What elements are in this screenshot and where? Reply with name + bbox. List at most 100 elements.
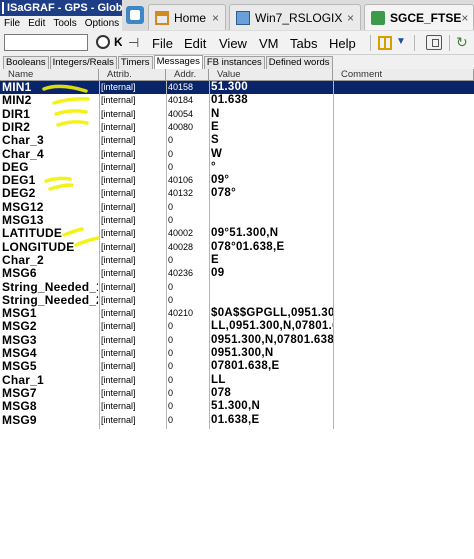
variable-attrib-cell: [internal]: [101, 241, 136, 252]
table-row[interactable]: String_Needed_2 [internal] 0: [0, 294, 474, 307]
variable-addr-cell: 40002: [168, 228, 194, 239]
tab-timers[interactable]: Timers: [117, 56, 153, 69]
variable-attrib-cell: [internal]: [101, 188, 136, 199]
tab-integers-reals[interactable]: Integers/Reals: [49, 56, 117, 69]
variable-name-cell: DEG1: [2, 174, 36, 188]
menu-help[interactable]: Help: [329, 36, 356, 51]
table-row[interactable]: MSG7 [internal] 0 078: [0, 387, 474, 400]
menu-file[interactable]: File: [152, 36, 173, 51]
table-row[interactable]: LATITUDE [internal] 40002 09°51.300,N: [0, 227, 474, 240]
tab-sgce-ftse[interactable]: SGCE_FTSE ×: [364, 4, 474, 30]
table-row[interactable]: DEG [internal] 0 °: [0, 161, 474, 174]
variable-name-cell: Char_3: [2, 134, 44, 148]
table-row[interactable]: MSG5 [internal] 0 07801.638,E: [0, 360, 474, 373]
variable-value-cell: 09°: [211, 174, 230, 187]
tab-fb-instances[interactable]: FB instances: [203, 56, 265, 69]
table-row[interactable]: DEG1 [internal] 40106 09°: [0, 174, 474, 187]
variable-name-cell: DIR2: [2, 120, 31, 134]
table-row[interactable]: MIN1 [internal] 40158 51.300: [0, 81, 474, 95]
variable-value-cell: 078: [211, 386, 232, 399]
variable-name-cell: MSG4: [2, 347, 37, 360]
variable-value-cell: 0951.300,N: [211, 347, 274, 359]
variable-value-cell: S: [211, 134, 219, 147]
variable-name-cell: MSG6: [2, 267, 37, 281]
table-row[interactable]: MSG13 [internal] 0: [0, 214, 474, 227]
column-header-addr[interactable]: Addr.: [166, 69, 209, 81]
variable-attrib-cell: [internal]: [101, 401, 136, 412]
table-row[interactable]: String_Needed_1 [internal] 0: [0, 281, 474, 294]
isagraf-menu-edit[interactable]: Edit: [24, 18, 49, 29]
variable-attrib-cell: [internal]: [101, 281, 136, 292]
close-icon[interactable]: ×: [461, 11, 468, 25]
table-row[interactable]: Char_4 [internal] 0 W: [0, 148, 474, 161]
table-row[interactable]: LONGITUDE [internal] 40028 078°01.638,E: [0, 241, 474, 254]
variable-attrib-cell: [internal]: [101, 175, 136, 186]
variable-attrib-cell: [internal]: [101, 387, 136, 398]
close-icon[interactable]: ×: [212, 11, 219, 25]
variable-name-cell: String_Needed_1: [2, 280, 98, 294]
variable-value-cell: 07801.638,E: [211, 360, 280, 373]
variable-attrib-cell: [internal]: [101, 135, 136, 146]
variable-value-cell: [211, 294, 333, 307]
table-row[interactable]: MSG6 [internal] 40236 09: [0, 267, 474, 280]
variable-attrib-cell: [internal]: [101, 201, 136, 212]
table-row[interactable]: MIN2 [internal] 40184 01.638: [0, 94, 474, 107]
tab-booleans[interactable]: Booleans: [3, 56, 49, 69]
column-header-value[interactable]: Value: [209, 69, 333, 81]
revert-icon[interactable]: ↻: [456, 34, 468, 51]
table-row[interactable]: DIR2 [internal] 40080 E: [0, 121, 474, 134]
table-row[interactable]: MSG2 [internal] 0 LL,0951.300,N,07801.6: [0, 320, 474, 333]
table-row[interactable]: DIR1 [internal] 40054 N: [0, 108, 474, 121]
variable-value-cell: [211, 201, 333, 214]
variable-attrib-cell: [internal]: [101, 308, 136, 319]
tab-win7-rslogix[interactable]: Win7_RSLOGIX ×: [229, 4, 361, 30]
isagraf-menu-file[interactable]: File: [0, 18, 24, 29]
snapshot-icon[interactable]: [426, 35, 442, 50]
column-header-name[interactable]: Name: [0, 69, 99, 81]
table-row[interactable]: Char_3 [internal] 0 S: [0, 134, 474, 147]
column-header-comment[interactable]: Comment: [333, 69, 474, 81]
isagraf-menu-options[interactable]: Options: [81, 18, 122, 29]
pin-icon[interactable]: ⊣: [128, 35, 139, 51]
variable-value-cell: $0A$$GPGLL,0951.300: [211, 307, 333, 320]
chevron-down-icon[interactable]: ▼: [396, 36, 406, 47]
menu-edit[interactable]: Edit: [184, 36, 206, 51]
variable-addr-cell: 0: [168, 387, 174, 398]
vmware-logo-icon[interactable]: [126, 6, 144, 24]
variable-value-cell: LL: [211, 373, 226, 386]
tab-win7-label: Win7_RSLOGIX: [255, 10, 343, 25]
column-header-attrib[interactable]: Attrib.: [99, 69, 166, 81]
variable-addr-cell: 0: [168, 401, 174, 412]
tab-defined-words[interactable]: Defined words: [265, 56, 333, 69]
variable-attrib-cell: [internal]: [101, 294, 136, 305]
isagraf-menu-tools[interactable]: Tools: [49, 18, 80, 29]
table-row[interactable]: MSG8 [internal] 0 51.300,N: [0, 400, 474, 413]
table-row[interactable]: DEG2 [internal] 40132 078°: [0, 187, 474, 200]
variable-addr-cell: 0: [168, 348, 174, 358]
table-row[interactable]: MSG12 [internal] 0: [0, 201, 474, 214]
tab-messages[interactable]: Messages: [153, 55, 203, 69]
table-row[interactable]: MSG1 [internal] 40210 $0A$$GPGLL,0951.300: [0, 307, 474, 320]
variable-addr-cell: 40080: [168, 121, 194, 132]
table-row[interactable]: MSG3 [internal] 0 0951.300,N,07801.638: [0, 334, 474, 347]
variable-addr-cell: 0: [168, 334, 174, 345]
tab-home[interactable]: Home ×: [148, 4, 226, 30]
variable-addr-cell: 0: [168, 281, 174, 292]
variable-value-cell: E: [211, 120, 219, 133]
table-row[interactable]: Char_1 [internal] 0 LL: [0, 374, 474, 387]
variable-attrib-cell: [internal]: [101, 254, 136, 265]
variable-addr-cell: 40236: [168, 268, 194, 279]
record-icon[interactable]: [96, 35, 110, 49]
menu-vm[interactable]: VM: [259, 36, 279, 51]
menu-tabs[interactable]: Tabs: [290, 36, 317, 51]
menu-view[interactable]: View: [219, 36, 247, 51]
table-row[interactable]: Char_2 [internal] 0 E: [0, 254, 474, 267]
close-icon[interactable]: ×: [347, 11, 354, 25]
library-icon[interactable]: [378, 36, 392, 50]
variable-value-cell: E: [211, 253, 219, 266]
variable-attrib-cell: [internal]: [101, 108, 136, 119]
variable-addr-cell: 0: [168, 161, 174, 172]
table-row[interactable]: MSG4 [internal] 0 0951.300,N: [0, 347, 474, 360]
table-row[interactable]: MSG9 [internal] 0 01.638,E: [0, 414, 474, 427]
isagraf-toolbar-input[interactable]: [4, 34, 88, 51]
